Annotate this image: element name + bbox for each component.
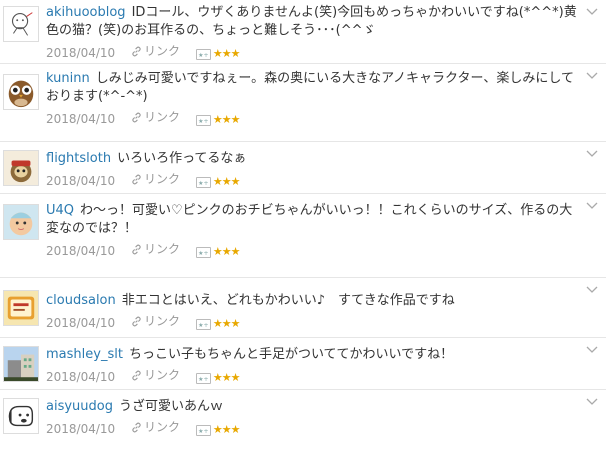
star-badge-icon: ★+ <box>195 424 211 436</box>
user-avatar[interactable] <box>3 74 39 110</box>
stars: ★★★ <box>212 245 241 258</box>
link-icon <box>132 422 141 432</box>
star-badge-icon: ★+ <box>195 246 211 258</box>
user-avatar[interactable] <box>3 6 39 42</box>
user-avatar[interactable] <box>3 290 39 326</box>
user-avatar[interactable] <box>3 398 39 434</box>
star-badge-icon: ★+ <box>195 176 211 188</box>
stars: ★★★ <box>212 423 241 436</box>
star-rating[interactable]: ★+ ★★★ <box>195 173 241 191</box>
link-icon <box>132 316 141 326</box>
chevron-down-icon[interactable] <box>586 202 598 210</box>
comment-date: 2018/04/10 <box>46 243 116 258</box>
link-button[interactable]: リンク <box>131 418 180 436</box>
star-rating[interactable]: ★+ ★★★ <box>195 243 241 261</box>
link-button[interactable]: リンク <box>131 42 180 60</box>
comment-item: cloudsalon 非エコとはいえ、どれもかわいい♪ すてきな作品ですね 201… <box>0 278 606 338</box>
comment-text: 非エコとはいえ、どれもかわいい♪ すてきな作品ですね <box>121 293 455 308</box>
star-rating[interactable]: ★+ ★★★ <box>195 369 241 387</box>
username-link[interactable]: U4Q <box>46 203 74 218</box>
star-badge-icon: ★+ <box>195 114 211 126</box>
comment-text: ちっこい子もちゃんと手足がついててかわいいですね！ <box>128 347 454 362</box>
comment-item: aisyuudog うざ可愛いあんｗ 2018/04/10 リンク ★+ ★★★ <box>0 390 606 454</box>
comment-item: mashley_slt ちっこい子もちゃんと手足がついててかわいいですね！ 201… <box>0 338 606 390</box>
comment-date: 2018/04/10 <box>46 173 116 188</box>
stars: ★★★ <box>212 113 241 126</box>
comment-date: 2018/04/10 <box>46 315 116 330</box>
star-rating[interactable]: ★+ ★★★ <box>195 111 241 129</box>
star-rating[interactable]: ★+ ★★★ <box>195 45 241 63</box>
comment-list: akihuooblog IDコール、ウザくありませんよ(笑)今回もめっちゃかわいい… <box>0 0 606 454</box>
username-link[interactable]: flightsloth <box>46 151 111 166</box>
chevron-down-icon[interactable] <box>586 398 598 406</box>
chevron-down-icon[interactable] <box>586 8 598 16</box>
link-button[interactable]: リンク <box>131 108 180 126</box>
stars: ★★★ <box>212 371 241 384</box>
username-link[interactable]: cloudsalon <box>46 293 116 308</box>
username-link[interactable]: aisyuudog <box>46 399 113 414</box>
username-link[interactable]: kuninn <box>46 71 90 86</box>
comment-date: 2018/04/10 <box>46 421 116 436</box>
comment-text: うざ可愛いあんｗ <box>118 399 223 414</box>
comment-date: 2018/04/10 <box>46 45 116 60</box>
link-icon <box>132 46 141 56</box>
star-rating[interactable]: ★+ ★★★ <box>195 315 241 333</box>
comment-item: U4Q わ～っ！可愛い♡ピンクのおチビちゃんがいいっ！！これくらいのサイズ、作るの… <box>0 194 606 278</box>
chevron-down-icon[interactable] <box>586 346 598 354</box>
star-badge-icon: ★+ <box>195 318 211 330</box>
link-button[interactable]: リンク <box>131 366 180 384</box>
username-link[interactable]: akihuooblog <box>46 5 126 20</box>
link-button[interactable]: リンク <box>131 240 180 258</box>
stars: ★★★ <box>212 175 241 188</box>
comment-date: 2018/04/10 <box>46 111 116 126</box>
chevron-down-icon[interactable] <box>586 72 598 80</box>
star-badge-icon: ★+ <box>195 48 211 60</box>
comment-item: flightsloth いろいろ作ってるなぁ 2018/04/10 リンク ★+ ★… <box>0 142 606 194</box>
comment-text: わ～っ！可愛い♡ピンクのおチビちゃんがいいっ！！これくらいのサイズ、作るの大変な… <box>46 203 573 236</box>
link-icon <box>132 244 141 254</box>
username-link[interactable]: mashley_slt <box>46 347 123 362</box>
comment-item: kuninn しみじみ可愛いですねぇー。森の奥にいる大きなアノキャラクター、楽しみ… <box>0 64 606 142</box>
comment-text: しみじみ可愛いですねぇー。森の奥にいる大きなアノキャラクター、楽しみにしておりま… <box>46 71 574 104</box>
link-icon <box>132 370 141 380</box>
link-button[interactable]: リンク <box>131 170 180 188</box>
star-badge-icon: ★+ <box>195 372 211 384</box>
comment-item: akihuooblog IDコール、ウザくありませんよ(笑)今回もめっちゃかわいい… <box>0 0 606 64</box>
user-avatar[interactable] <box>3 204 39 240</box>
stars: ★★★ <box>212 317 241 330</box>
link-icon <box>132 112 141 122</box>
chevron-down-icon[interactable] <box>586 150 598 158</box>
user-avatar[interactable] <box>3 346 39 382</box>
link-icon <box>132 174 141 184</box>
comment-date: 2018/04/10 <box>46 369 116 384</box>
stars: ★★★ <box>212 47 241 60</box>
user-avatar[interactable] <box>3 150 39 186</box>
star-rating[interactable]: ★+ ★★★ <box>195 421 241 439</box>
comment-text: いろいろ作ってるなぁ <box>117 151 247 166</box>
chevron-down-icon[interactable] <box>586 286 598 294</box>
link-button[interactable]: リンク <box>131 312 180 330</box>
